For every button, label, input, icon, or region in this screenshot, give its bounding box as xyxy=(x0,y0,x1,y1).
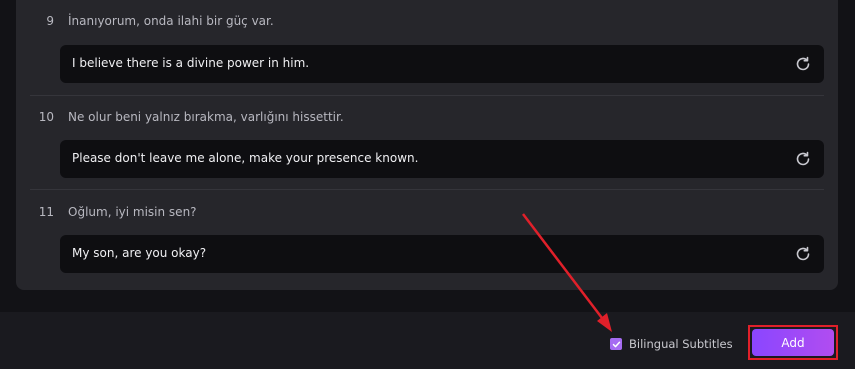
subtitle-index: 9 xyxy=(46,14,54,28)
refresh-icon[interactable] xyxy=(794,55,812,73)
translation-text[interactable]: Please don't leave me alone, make your p… xyxy=(72,151,418,165)
subtitle-index: 10 xyxy=(38,110,54,124)
add-button-label[interactable]: Add xyxy=(752,329,834,356)
row-divider xyxy=(30,95,824,96)
translation-field[interactable]: Please don't leave me alone, make your p… xyxy=(60,140,824,178)
subtitle-source-text: Ne olur beni yalnız bırakma, varlığını h… xyxy=(68,110,344,124)
subtitle-source-text: Oğlum, iyi misin sen? xyxy=(68,205,197,219)
refresh-icon[interactable] xyxy=(794,150,812,168)
bilingual-label: Bilingual Subtitles xyxy=(629,337,733,351)
row-divider xyxy=(30,189,824,190)
subtitle-index: 11 xyxy=(38,205,54,219)
refresh-icon[interactable] xyxy=(794,245,812,263)
translation-text[interactable]: I believe there is a divine power in him… xyxy=(72,56,309,70)
bilingual-subtitles-toggle[interactable]: Bilingual Subtitles xyxy=(610,337,733,351)
subtitle-source-text: İnanıyorum, onda ilahi bir güç var. xyxy=(68,14,274,28)
bilingual-checkbox[interactable] xyxy=(610,338,622,350)
add-button[interactable]: Add xyxy=(748,325,838,360)
checkmark-icon xyxy=(612,341,620,347)
translation-field[interactable]: My son, are you okay? xyxy=(60,235,824,273)
subtitle-list-panel: 9 İnanıyorum, onda ilahi bir güç var. I … xyxy=(16,0,838,290)
translation-text[interactable]: My son, are you okay? xyxy=(72,246,206,260)
translation-field[interactable]: I believe there is a divine power in him… xyxy=(60,45,824,83)
